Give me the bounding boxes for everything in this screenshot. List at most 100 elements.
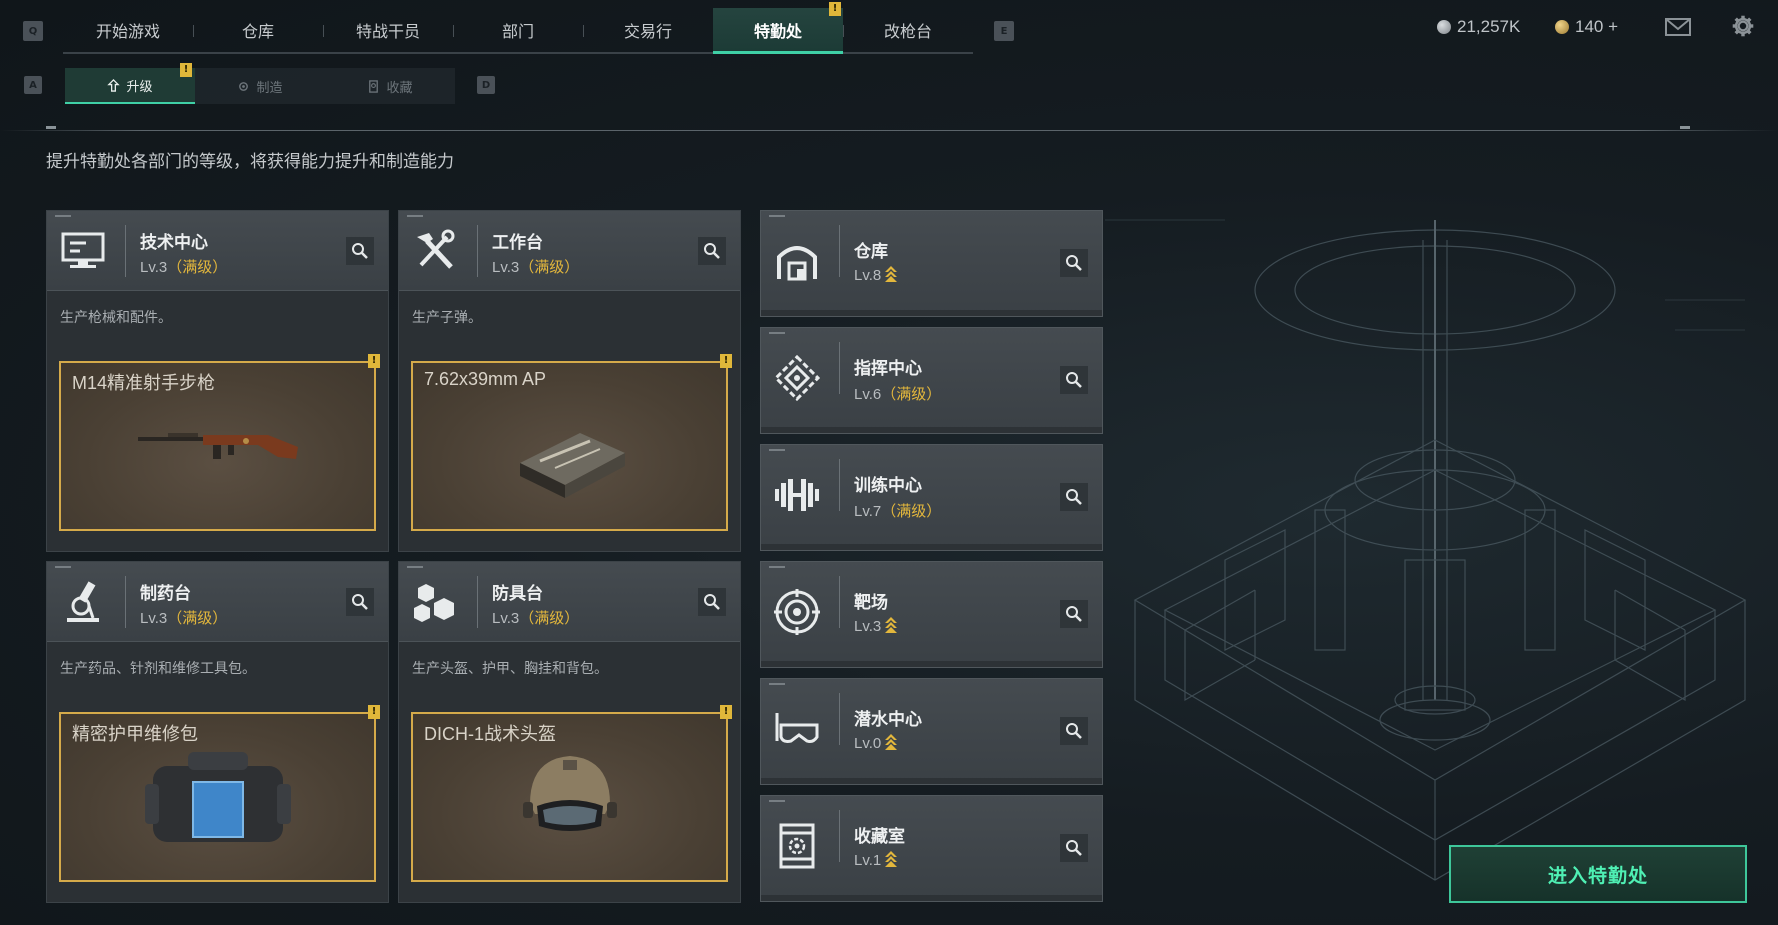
currency-secondary-value: 140 + [1575,17,1619,36]
search-button[interactable] [1060,483,1088,511]
craft-item-slot[interactable]: 精密护甲维修包 [59,712,376,882]
mail-icon[interactable] [1664,15,1692,39]
notification-badge: ! [368,354,380,368]
card-level: Lv.3（满级） [140,256,227,277]
tab-start-game[interactable]: 开始游戏 [63,8,193,52]
subtab-upgrade[interactable]: 升级 [65,68,195,104]
collection-room-icon [773,822,821,870]
craft-item-slot[interactable]: 7.62x39mm AP [411,361,728,531]
search-icon [352,243,368,259]
card-separator [477,576,478,628]
subnav-right-key-hint[interactable]: D [477,76,495,94]
level-value: Lv.7 [854,503,882,520]
card-tag [769,332,785,334]
level-value: Lv.8 [854,267,882,284]
card-title: 技术中心 [140,233,208,253]
level-value: Lv.0 [854,735,882,752]
command-icon [773,354,821,402]
search-button[interactable] [1060,717,1088,745]
search-icon [1066,840,1082,856]
tab-label: 部门 [501,22,534,41]
tab-departments[interactable]: 部门 [453,8,583,52]
subnav-left-key-hint[interactable]: A [24,76,42,94]
card-separator [839,693,840,745]
ammo-box-image [519,433,625,498]
level-value: Lv.3 [492,259,520,276]
gear-icon[interactable] [1729,14,1757,38]
notification-badge: ! [720,705,732,719]
nav-right-key-hint[interactable]: E [994,21,1014,41]
dept-card-tech-center[interactable]: 技术中心 Lv.3（满级） 生产枪械和配件。 M14精准射手步枪 ! [46,210,389,552]
card-title: 防具台 [492,584,543,604]
upgrade-available-icon [885,851,898,867]
search-button[interactable] [1060,834,1088,862]
card-description: 生产子弹。 [412,310,482,326]
card-separator [839,342,840,394]
facility-card-shooting-range[interactable]: 靶场 Lv.3 [760,561,1103,668]
enter-special-ops-button[interactable]: 进入特勤处 [1449,845,1747,903]
card-level: Lv.3（满级） [492,256,579,277]
search-button[interactable] [346,237,374,265]
subtab-manufacture[interactable]: 制造 [195,68,325,104]
rifle-image [137,433,298,459]
card-separator [125,225,126,277]
tools-icon [411,227,459,275]
search-button[interactable] [346,588,374,616]
dept-card-pharmacy[interactable]: 制药台 Lv.3（满级） 生产药品、针剂和维修工具包。 精密护甲维修包 ! [46,561,389,903]
tab-label: 仓库 [241,22,274,41]
level-value: Lv.3 [140,259,168,276]
craft-item-slot[interactable]: DICH-1战术头盔 [411,712,728,882]
page-description: 提升特勤处各部门的等级，将获得能力提升和制造能力 [46,152,454,172]
search-button[interactable] [1060,366,1088,394]
card-tag [769,683,785,685]
card-separator [839,576,840,628]
subtab-collection[interactable]: 收藏 [325,68,455,104]
max-level-label: （满级） [881,503,942,520]
search-button[interactable] [1060,600,1088,628]
currency-primary: 21,257K [1437,17,1520,37]
currency-primary-value: 21,257K [1457,17,1521,36]
tab-trading[interactable]: 交易行 [583,8,713,52]
base-blueprint-illustration [1105,219,1747,881]
card-title: 收藏室 [854,827,905,847]
max-level-label: （满级） [881,386,942,403]
facility-card-warehouse[interactable]: 仓库 Lv.8 [760,210,1103,317]
card-level: Lv.0 [854,734,898,752]
tab-special-ops[interactable]: 特勤处 [713,8,843,54]
craft-item-slot[interactable]: M14精准射手步枪 [59,361,376,531]
card-description: 生产药品、针剂和维修工具包。 [60,661,256,677]
search-button[interactable] [698,588,726,616]
tab-operators[interactable]: 特战干员 [323,8,453,52]
facility-card-training-center[interactable]: 训练中心 Lv.7（满级） [760,444,1103,551]
card-header: 工作台 Lv.3（满级） [399,211,740,291]
search-button[interactable] [698,237,726,265]
upgrade-icon [107,78,121,92]
level-value: Lv.6 [854,386,882,403]
card-level: Lv.1 [854,851,898,869]
card-level: Lv.7（满级） [854,500,941,521]
upgrade-available-icon [885,617,898,633]
card-tag [769,800,785,802]
search-icon [352,594,368,610]
notification-badge: ! [720,354,732,368]
card-header: 制药台 Lv.3（满级） [47,562,388,642]
nav-left-key-hint[interactable]: Q [23,21,43,41]
card-tag [769,449,785,451]
tab-warehouse[interactable]: 仓库 [193,8,323,52]
dept-card-armor-bench[interactable]: 防具台 Lv.3（满级） 生产头盔、护甲、胸挂和背包。 DICH-1战术头盔 ! [398,561,741,903]
dept-card-workbench[interactable]: 工作台 Lv.3（满级） 生产子弹。 7.62x39mm AP ! [398,210,741,552]
monitor-icon [59,227,107,275]
search-icon [1066,372,1082,388]
card-separator [477,225,478,277]
repair-kit-image [144,752,291,842]
tab-label: 开始游戏 [95,22,160,41]
search-button[interactable] [1060,249,1088,277]
card-level: Lv.6（满级） [854,383,941,404]
card-separator [839,459,840,511]
facility-card-collection-room[interactable]: 收藏室 Lv.1 [760,795,1103,902]
facility-card-diving-center[interactable]: 潜水中心 Lv.0 [760,678,1103,785]
facility-card-command-center[interactable]: 指挥中心 Lv.6（满级） [760,327,1103,434]
tab-gunsmith[interactable]: 改枪台 [843,8,973,52]
item-name: DICH-1战术头盔 [424,724,557,744]
currency-secondary[interactable]: 140 + [1555,17,1618,37]
